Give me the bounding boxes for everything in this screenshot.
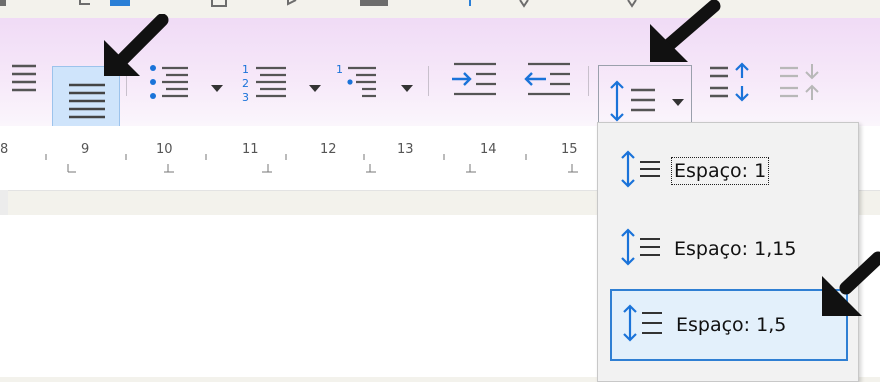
justify-align-icon: [69, 83, 105, 119]
svg-text:2: 2: [242, 77, 249, 90]
svg-text:3: 3: [242, 91, 249, 104]
annotation-arrow-icon: [104, 14, 169, 76]
svg-text:1: 1: [242, 63, 249, 76]
line-spacing-dropdown-icon[interactable]: [671, 98, 685, 108]
decrease-indent-icon[interactable]: [522, 60, 576, 102]
ordered-list-dropdown-icon[interactable]: [308, 84, 322, 94]
increase-indent-icon[interactable]: [448, 60, 502, 102]
align-right-icon[interactable]: [0, 62, 40, 96]
toolbar-separator: [588, 66, 589, 96]
line-spacing-icon: [621, 228, 660, 266]
annotation-arrow-icon: [822, 251, 880, 316]
svg-text:1: 1: [336, 63, 343, 76]
menu-item-label: Espaço: 1: [670, 157, 770, 185]
outline-list-dropdown-icon[interactable]: [400, 84, 414, 94]
decrease-paragraph-spacing-icon[interactable]: [776, 60, 826, 104]
ruler-ticks: [45, 154, 578, 173]
line-spacing-icon: [623, 304, 662, 342]
menu-item-spacing-1[interactable]: Espaço: 1: [610, 135, 848, 207]
outline-list-icon[interactable]: 1: [334, 62, 386, 104]
line-spacing-icon: [621, 150, 660, 188]
unordered-list-dropdown-icon[interactable]: [210, 84, 224, 94]
menu-item-spacing-1-5[interactable]: Espaço: 1,5: [610, 289, 848, 361]
menu-item-label: Espaço: 1,5: [676, 314, 787, 336]
ordered-list-icon[interactable]: 1 2 3: [240, 62, 292, 104]
menu-item-spacing-1-15[interactable]: Espaço: 1,15: [610, 213, 848, 285]
menu-item-label: Espaço: 1,15: [674, 238, 797, 260]
annotation-arrow-icon: [650, 0, 721, 62]
toolbar-separator: [428, 66, 429, 96]
line-spacing-icon: [610, 80, 655, 122]
